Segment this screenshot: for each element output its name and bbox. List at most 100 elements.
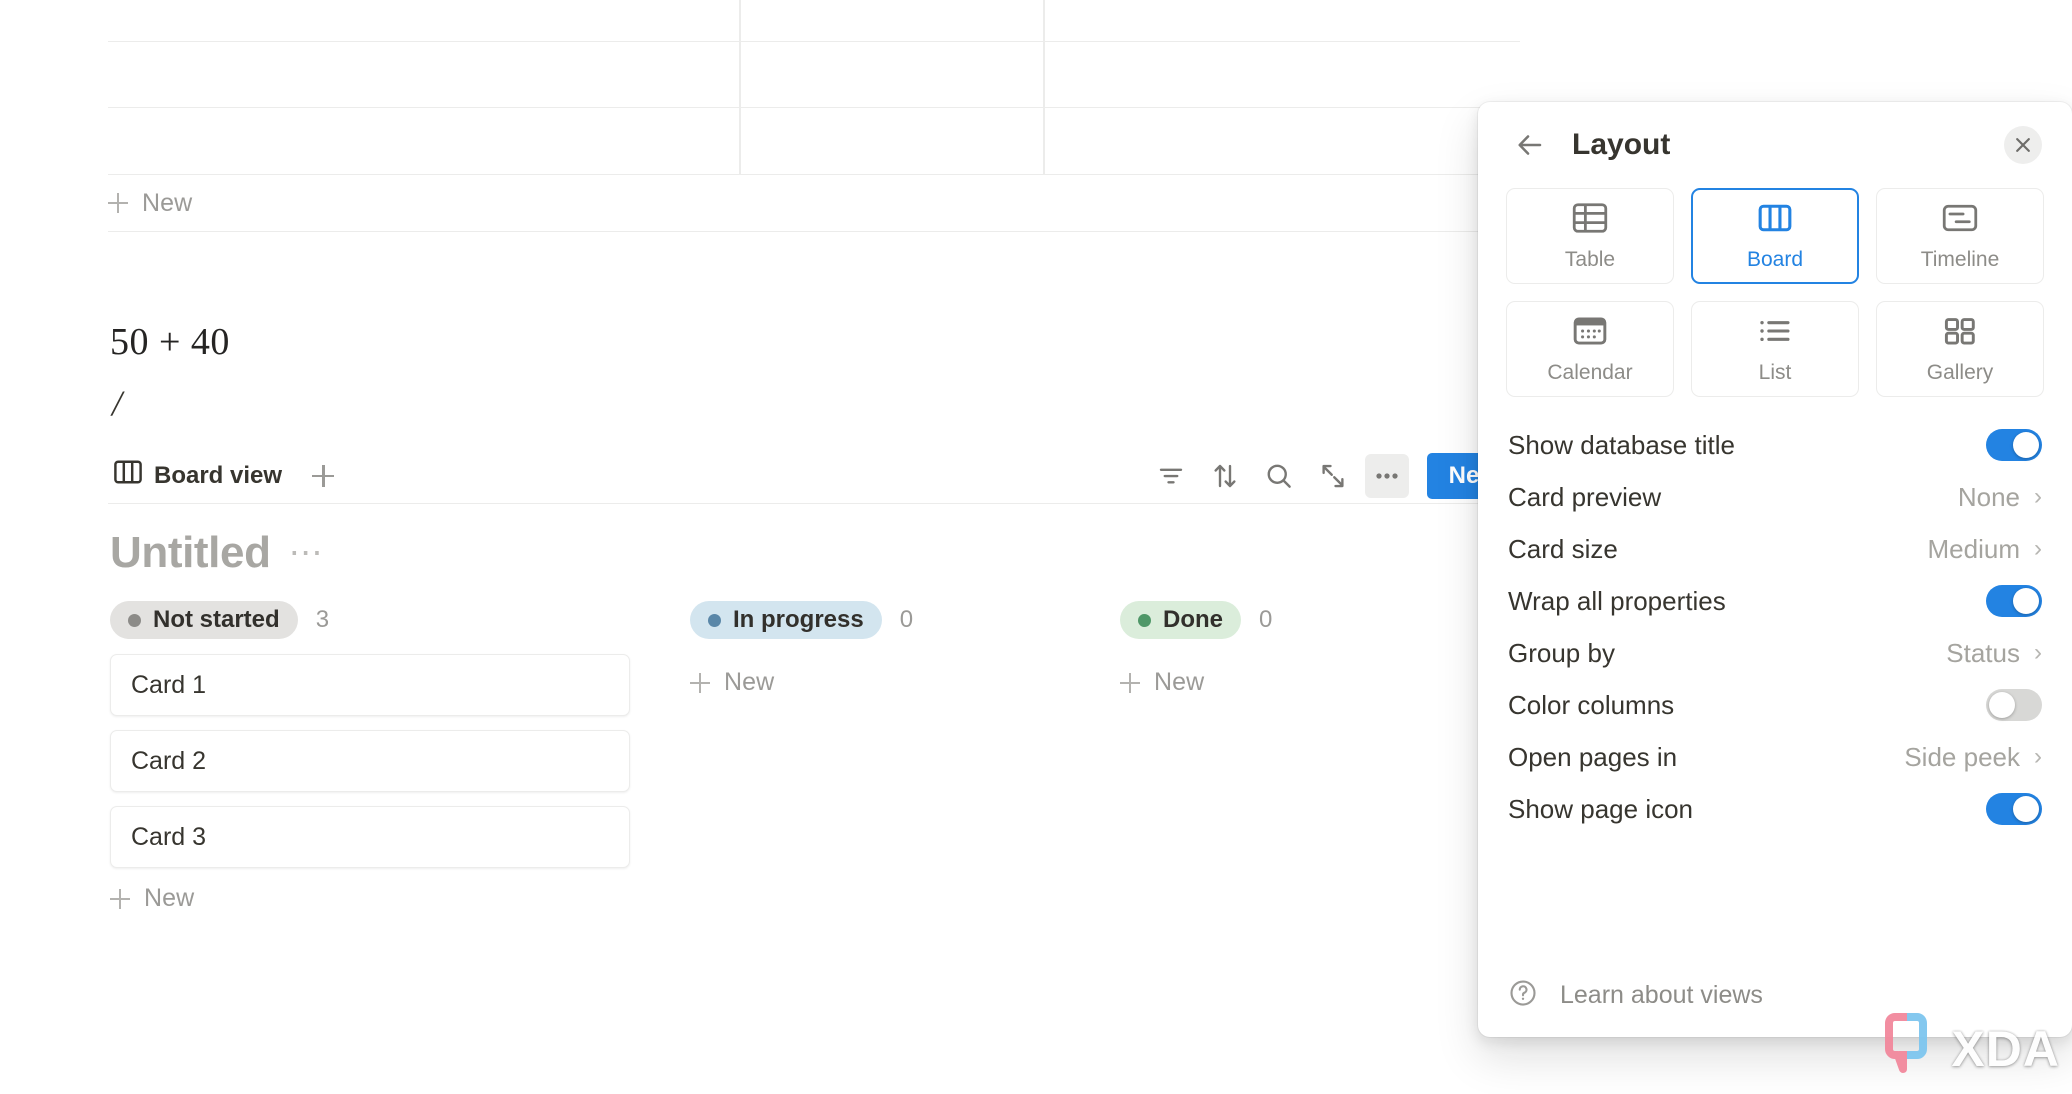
layout-option-table[interactable]: Table	[1506, 188, 1674, 284]
setting-group-by[interactable]: Group by Status ›	[1508, 627, 2042, 679]
setting-label: Wrap all properties	[1508, 585, 1726, 616]
layout-option-label: Timeline	[1920, 247, 2000, 271]
board-column-not-started: Not started 3 Card 1 Card 2 Card 3 New	[110, 600, 630, 913]
expand-icon[interactable]	[1311, 454, 1355, 498]
toggle-show-database-title[interactable]	[1986, 429, 2042, 461]
chevron-right-icon: ›	[2034, 639, 2042, 666]
status-label: Done	[1163, 606, 1223, 633]
page-title[interactable]: Untitled	[110, 528, 271, 578]
table-column-divider[interactable]	[739, 0, 741, 175]
board-card[interactable]: Card 1	[110, 654, 630, 716]
setting-label: Group by	[1508, 637, 1615, 668]
learn-about-views-label: Learn about views	[1560, 980, 1763, 1009]
close-icon[interactable]	[2004, 126, 2042, 164]
layout-option-timeline[interactable]: Timeline	[1876, 188, 2044, 284]
setting-label: Open pages in	[1508, 741, 1678, 772]
board-view-icon	[114, 459, 142, 492]
setting-value: None	[1957, 481, 2020, 512]
layout-settings-panel: Layout Table Board Timeline Calendar Lis…	[1478, 102, 2072, 1037]
slash-command-block[interactable]: /	[112, 382, 122, 424]
layout-option-label: Calendar	[1547, 360, 1633, 384]
view-actions: New	[1149, 452, 1520, 499]
plus-icon	[108, 193, 128, 213]
plus-icon	[110, 888, 130, 909]
table-new-row-button[interactable]: New	[108, 175, 1520, 232]
calendar-icon	[1571, 314, 1609, 353]
table-row[interactable]	[108, 108, 1520, 175]
filter-icon[interactable]	[1149, 454, 1193, 498]
arrow-left-icon[interactable]	[1510, 125, 1550, 165]
database-table-partial: New	[108, 0, 1520, 232]
sort-icon[interactable]	[1203, 454, 1247, 498]
board-card[interactable]: Card 2	[110, 730, 630, 792]
table-row[interactable]	[108, 0, 1520, 42]
board-add-card-label: New	[144, 884, 195, 912]
status-badge: Not started	[110, 601, 298, 639]
status-label: Not started	[153, 606, 280, 633]
search-icon[interactable]	[1257, 454, 1301, 498]
setting-label: Card preview	[1508, 481, 1662, 512]
setting-card-preview[interactable]: Card preview None ›	[1508, 471, 2042, 523]
status-dot-icon	[708, 613, 721, 627]
status-badge: In progress	[690, 601, 882, 639]
layout-options-grid: Table Board Timeline Calendar List Galle…	[1478, 188, 2072, 397]
board-column-header[interactable]: Not started 3	[110, 600, 630, 640]
more-options-icon[interactable]	[1364, 453, 1409, 498]
board-column-count: 0	[1259, 606, 1273, 633]
board-column-count: 0	[899, 606, 914, 633]
setting-value: Side peek	[1904, 741, 2020, 772]
layout-option-board[interactable]: Board	[1691, 188, 1859, 284]
ellipsis-icon[interactable]: ⋯	[289, 536, 325, 570]
status-dot-icon	[1138, 613, 1151, 627]
board-card[interactable]: Card 3	[110, 806, 630, 868]
status-dot-icon	[128, 613, 141, 627]
setting-open-pages-in[interactable]: Open pages in Side peek ›	[1508, 731, 2042, 783]
board-add-card-label: New	[1154, 668, 1205, 696]
toggle-wrap-all-properties[interactable]	[1986, 585, 2042, 617]
setting-label: Show database title	[1508, 429, 1735, 460]
view-tab-board-view[interactable]: Board view	[108, 455, 288, 496]
equation-block[interactable]: 50 + 40	[110, 320, 230, 364]
setting-label: Card size	[1508, 533, 1618, 564]
toggle-color-columns[interactable]	[1986, 689, 2042, 721]
table-new-row-label: New	[142, 188, 193, 217]
panel-title: Layout	[1572, 128, 1671, 161]
add-view-button[interactable]	[310, 463, 336, 489]
status-label: In progress	[733, 606, 864, 633]
toggle-show-page-icon[interactable]	[1986, 793, 2042, 825]
panel-header: Layout	[1478, 102, 2072, 188]
setting-show-page-icon[interactable]: Show page icon	[1508, 783, 2042, 835]
chevron-right-icon: ›	[2034, 483, 2042, 510]
gallery-icon	[1941, 314, 1979, 353]
setting-label: Color columns	[1508, 689, 1675, 720]
setting-color-columns[interactable]: Color columns	[1508, 679, 2042, 731]
layout-option-label: List	[1758, 360, 1792, 384]
setting-value: Status	[1946, 637, 2020, 668]
layout-option-label: Gallery	[1926, 360, 1994, 384]
layout-option-gallery[interactable]: Gallery	[1876, 301, 2044, 397]
status-badge: Done	[1120, 601, 1241, 639]
table-icon	[1571, 201, 1609, 240]
question-circle-icon	[1508, 978, 1538, 1013]
setting-card-size[interactable]: Card size Medium ›	[1508, 523, 2042, 575]
plus-icon	[690, 672, 710, 693]
database-view-toolbar: Board view New	[108, 448, 1520, 504]
plus-icon	[1120, 672, 1140, 693]
database-title-row: Untitled ⋯	[110, 528, 325, 578]
layout-option-label: Board	[1746, 247, 1804, 271]
layout-option-calendar[interactable]: Calendar	[1506, 301, 1674, 397]
list-icon	[1756, 314, 1794, 353]
layout-option-label: Table	[1564, 247, 1616, 271]
setting-value: Medium	[1927, 533, 2020, 564]
learn-about-views-link[interactable]: Learn about views	[1478, 953, 2072, 1037]
table-column-divider[interactable]	[1043, 0, 1045, 175]
table-row[interactable]	[108, 42, 1520, 108]
timeline-icon	[1941, 201, 1979, 240]
view-tabs: Board view	[108, 455, 336, 496]
setting-show-database-title[interactable]: Show database title	[1508, 419, 2042, 471]
board-add-card-label: New	[724, 668, 775, 696]
board-icon	[1756, 201, 1794, 240]
board-add-card-button[interactable]: New	[110, 884, 630, 913]
layout-option-list[interactable]: List	[1691, 301, 1859, 397]
setting-wrap-all-properties[interactable]: Wrap all properties	[1508, 575, 2042, 627]
